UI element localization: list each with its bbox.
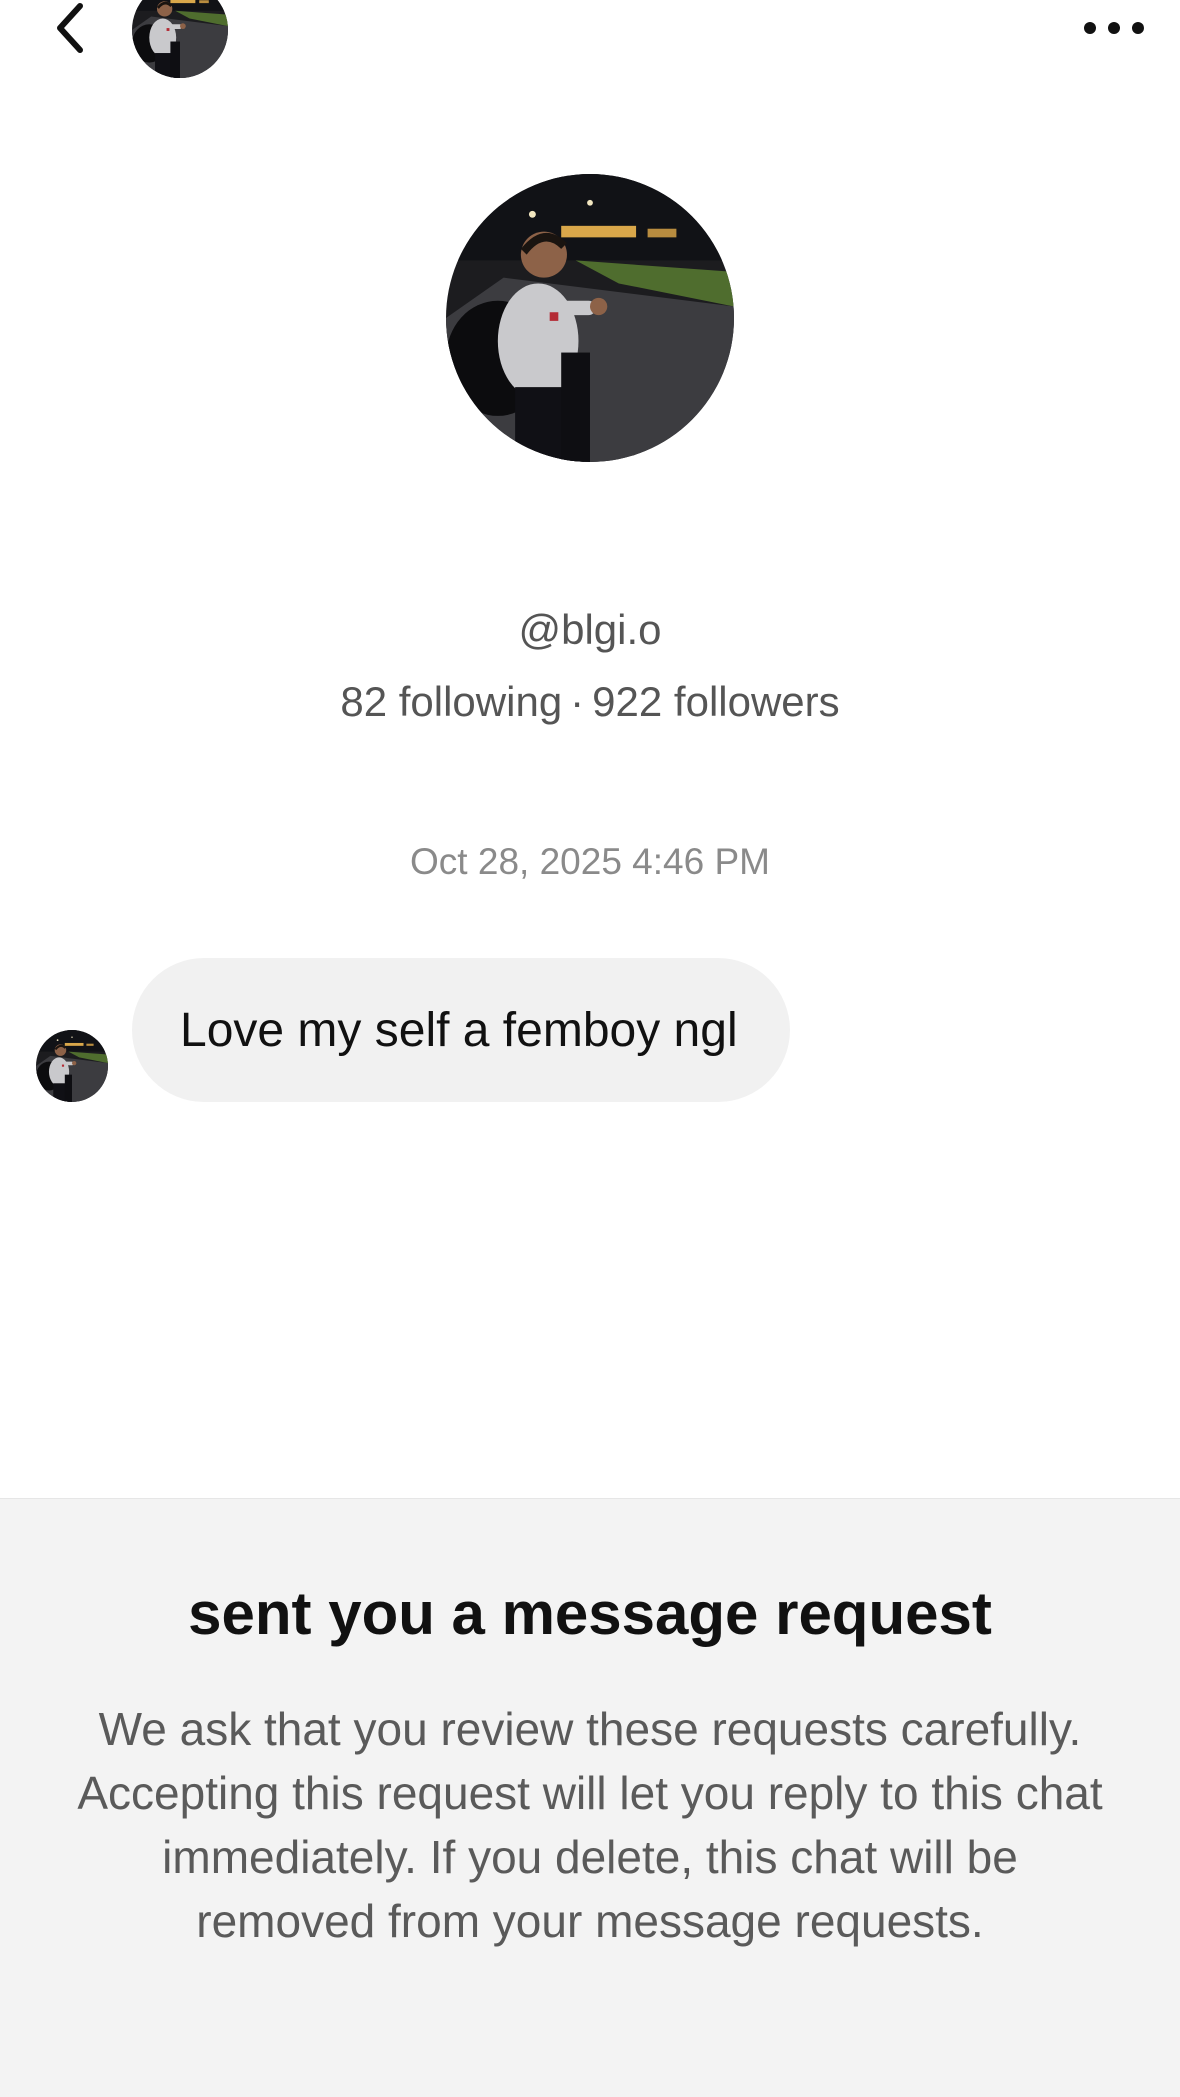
followers-count: 922 followers — [592, 678, 840, 725]
header-avatar[interactable] — [132, 0, 228, 78]
more-horizontal-icon — [1082, 20, 1146, 41]
stats-separator: · — [570, 678, 585, 725]
sender-avatar[interactable] — [36, 1030, 108, 1102]
profile-stats: 82 following · 922 followers — [0, 674, 1180, 730]
more-options-button[interactable] — [1078, 0, 1150, 60]
request-description: We ask that you review these requests ca… — [77, 1703, 1103, 1947]
profile-avatar[interactable] — [446, 174, 734, 462]
request-title: sent you a message request — [188, 1580, 992, 1647]
chevron-left-icon — [50, 0, 90, 63]
following-count: 82 following — [340, 678, 563, 725]
message-bubble[interactable]: Love my self a femboy ngl — [132, 958, 790, 1102]
message-timestamp: Oct 28, 2025 4:46 PM — [410, 841, 770, 882]
profile-username[interactable]: @blgi.o — [0, 602, 1180, 658]
message-text: Love my self a femboy ngl — [180, 1003, 738, 1057]
back-button[interactable] — [40, 0, 100, 60]
